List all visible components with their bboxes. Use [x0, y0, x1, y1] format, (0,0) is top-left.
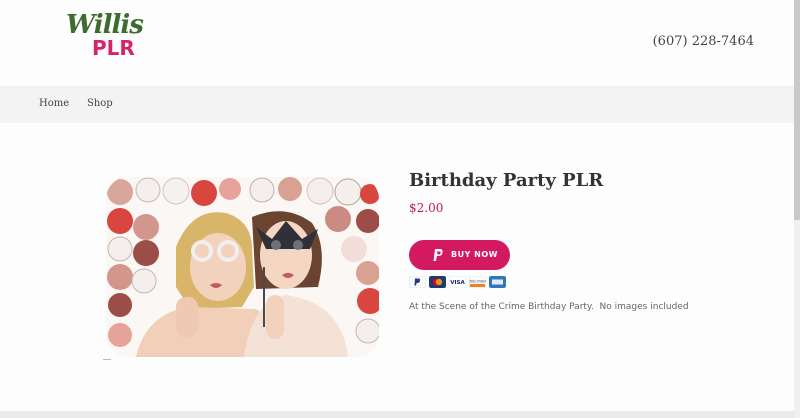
product-image[interactable]	[106, 177, 379, 357]
product-description: At the Scene of the Crime Birthday Party…	[409, 302, 689, 312]
product-price: $2.00	[409, 201, 444, 215]
main-navigation: Home Shop	[0, 86, 794, 123]
visa-icon: VISA	[449, 276, 466, 288]
logo-text-plr: PLR	[92, 36, 135, 60]
scrollbar-thumb[interactable]	[794, 0, 800, 220]
paypal-icon	[409, 276, 426, 288]
phone-number[interactable]: (607) 228-7464	[653, 34, 754, 49]
buy-now-label: BUY NOW	[451, 250, 498, 259]
nav-item-shop[interactable]: Shop	[87, 98, 113, 109]
product-title: Birthday Party PLR	[409, 170, 604, 191]
page-scrollbar[interactable]	[794, 0, 800, 418]
svg-text:VISA: VISA	[450, 280, 465, 286]
image-caption-mark	[103, 359, 111, 360]
site-logo[interactable]: Willis PLR	[62, 10, 152, 62]
buy-now-button[interactable]: BUY NOW	[409, 240, 510, 270]
svg-text:DISCOVER: DISCOVER	[469, 279, 486, 283]
mastercard-icon	[429, 276, 446, 288]
nav-item-home[interactable]: Home	[39, 98, 69, 109]
amex-icon	[489, 276, 506, 288]
paypal-icon	[433, 249, 443, 261]
site-header: Willis PLR (607) 228-7464	[0, 0, 794, 86]
footer-divider	[0, 411, 794, 418]
discover-icon: DISCOVER	[469, 276, 486, 288]
party-photo-illustration	[106, 177, 379, 357]
